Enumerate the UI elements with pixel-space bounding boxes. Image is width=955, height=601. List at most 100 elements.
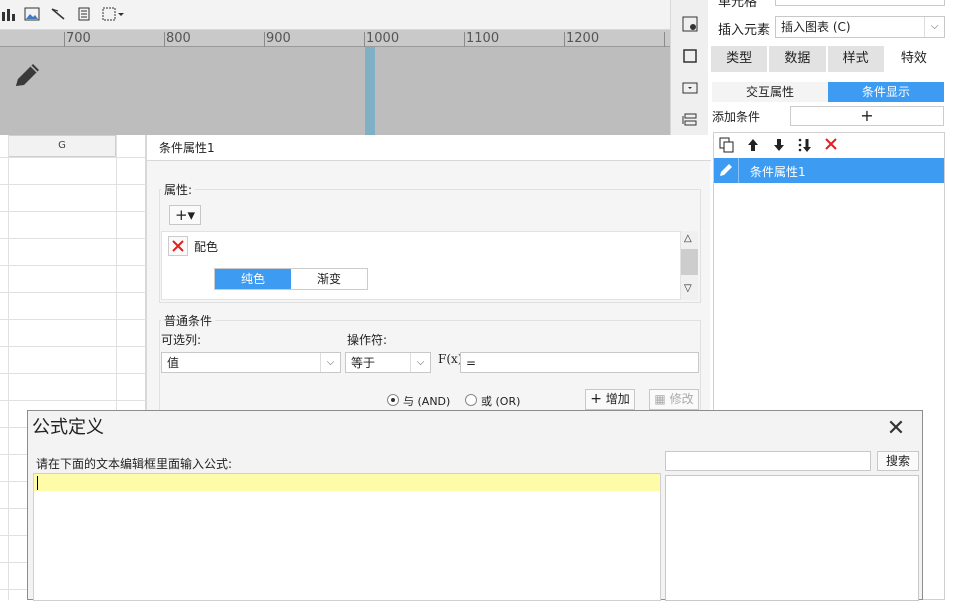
toolbar (0, 0, 670, 30)
modify-icon: ▦ (654, 392, 666, 406)
copy-icon[interactable] (718, 137, 736, 155)
close-icon[interactable]: ✕ (884, 417, 908, 441)
grid-line (8, 135, 9, 600)
ruler-tick (664, 32, 665, 47)
current-line-highlight (34, 474, 660, 491)
grid-line (0, 346, 146, 347)
add-button[interactable]: + 增加 (585, 389, 635, 410)
cell-attr-icon[interactable] (681, 16, 699, 34)
add-condition-button[interactable]: + (790, 106, 944, 126)
formula-hint: 请在下面的文本编辑框里面输入公式: (36, 457, 233, 471)
tab-type[interactable]: 类型 (711, 46, 768, 72)
add-button-label: 增加 (605, 392, 630, 406)
insert-element-select[interactable]: 插入图表 (C) ⌵ (775, 16, 945, 38)
square-icon[interactable] (681, 48, 699, 66)
slash-icon[interactable] (50, 7, 66, 23)
insert-element-value: 插入图表 (C) (781, 20, 851, 34)
gradient-option[interactable]: 渐变 (291, 269, 367, 289)
tab-data[interactable]: 数据 (769, 46, 826, 72)
list-item[interactable]: 条件属性1 (714, 158, 944, 183)
dialog-title: 条件属性1 (147, 135, 711, 161)
column-label: 可选列: (161, 333, 202, 347)
pencil-icon[interactable] (10, 58, 46, 94)
modify-button[interactable]: ▦ 修改 (649, 389, 699, 410)
operator-select-value: 等于 (351, 356, 376, 370)
color-scheme-label: 配色 (194, 240, 219, 254)
canvas-divider[interactable] (365, 47, 375, 135)
arrow-up-icon[interactable] (744, 137, 762, 155)
text-caret (37, 476, 38, 490)
ruler-tick (564, 32, 565, 47)
radio-and-label: 与 (AND) (403, 395, 451, 408)
scroll-up-icon[interactable]: △ (684, 233, 692, 244)
solid-color-option[interactable]: 纯色 (215, 269, 291, 289)
ruler-label: 1200 (566, 31, 600, 46)
list-item-label: 条件属性1 (750, 165, 806, 179)
attribute-list: 配色 纯色 渐变 (161, 231, 681, 300)
color-mode-toggle: 纯色 渐变 (214, 268, 368, 290)
value-input[interactable]: = (460, 352, 699, 373)
tab-conditional-display[interactable]: 条件显示 (828, 82, 944, 102)
radio-and[interactable] (387, 394, 399, 406)
ruler-tick (64, 32, 65, 47)
delete-attribute-button[interactable] (168, 236, 188, 256)
scroll-down-icon[interactable]: ▽ (684, 283, 692, 294)
bar-chart-icon[interactable] (0, 7, 16, 23)
radio-or-label: 或 (OR) (481, 395, 521, 408)
tab-style[interactable]: 样式 (827, 46, 884, 72)
formula-icon[interactable]: F(x) (438, 352, 462, 366)
image-icon[interactable] (24, 7, 40, 23)
dropdown-widget-icon[interactable] (681, 80, 699, 98)
move-bottom-icon[interactable] (796, 137, 814, 155)
add-condition-label: 添加条件 (712, 110, 761, 124)
operator-select[interactable]: 等于 ⌵ (345, 352, 431, 373)
plus-icon: + (590, 391, 602, 407)
formula-editor[interactable] (33, 473, 661, 601)
chevron-down-icon[interactable]: ⌵ (320, 353, 340, 372)
scrollbar[interactable]: △ ▽ (681, 231, 698, 300)
grid-line (0, 373, 146, 374)
property-tabs: 类型 数据 样式 特效 (711, 46, 944, 72)
doc-icon[interactable] (76, 7, 92, 23)
function-search-input[interactable] (665, 451, 871, 471)
arrow-down-icon[interactable] (770, 137, 788, 155)
operator-label: 操作符: (347, 333, 388, 347)
frame-dropdown-icon[interactable] (102, 7, 126, 23)
ruler-tick (164, 32, 165, 47)
column-select-value: 值 (167, 356, 180, 370)
add-attribute-button[interactable]: +▾ (169, 205, 201, 225)
delete-icon[interactable] (822, 137, 840, 155)
normal-condition-label: 普通条件 (161, 312, 216, 329)
ruler-label: 800 (166, 31, 191, 46)
chevron-down-icon[interactable]: ⌵ (410, 353, 430, 372)
separator (738, 158, 739, 183)
tab-effects[interactable]: 特效 (885, 46, 942, 72)
chevron-down-icon[interactable]: ⌵ (924, 17, 944, 37)
grid-line (0, 400, 146, 401)
scroll-thumb[interactable] (681, 249, 698, 275)
function-list[interactable] (665, 475, 919, 601)
column-header[interactable]: G (8, 135, 116, 157)
edit-icon (718, 162, 736, 180)
ruler-tick (464, 32, 465, 47)
radio-or[interactable] (465, 394, 477, 406)
grid-line (0, 265, 146, 266)
grid-line (0, 184, 146, 185)
ruler-label: 900 (266, 31, 291, 46)
ruler-label: 700 (66, 31, 91, 46)
formula-dialog-title: 公式定义 (32, 417, 104, 438)
grid-line (0, 211, 146, 212)
grid-line (0, 157, 146, 158)
ruler: 700 800 900 1000 1100 1200 (0, 30, 670, 47)
list-toolbar (718, 137, 840, 157)
cell-combo[interactable] (775, 0, 945, 6)
grid-line (0, 238, 146, 239)
stack-icon[interactable] (681, 112, 699, 130)
attribute-group-label: 属性: (161, 181, 196, 198)
grid-line (0, 292, 146, 293)
tab-interaction[interactable]: 交互属性 (712, 82, 828, 102)
effect-subtabs: 交互属性 条件显示 (712, 82, 944, 102)
column-select[interactable]: 值 ⌵ (161, 352, 341, 373)
design-canvas[interactable] (0, 47, 670, 135)
search-button[interactable]: 搜索 (877, 451, 919, 471)
